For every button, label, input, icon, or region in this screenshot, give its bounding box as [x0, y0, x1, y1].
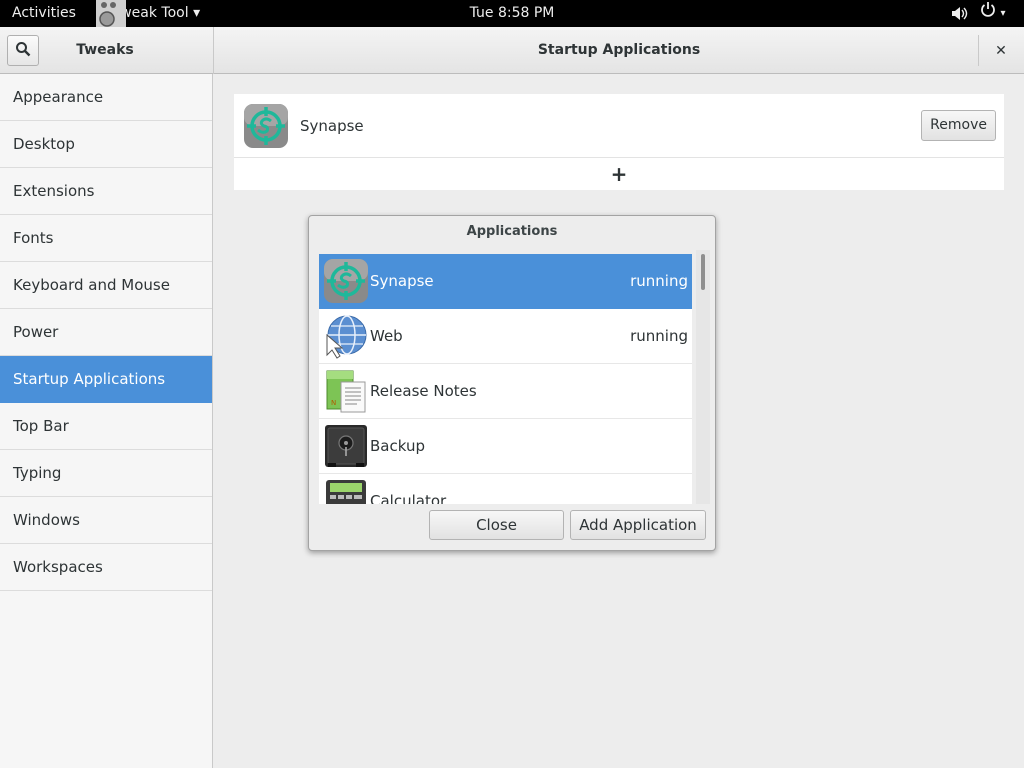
synapse-icon [323, 258, 369, 304]
power-menu-arrow: ▾ [1000, 8, 1006, 19]
sidebar: Appearance Desktop Extensions Fonts Keyb… [0, 74, 213, 768]
sidebar-item-workspaces[interactable]: Workspaces [0, 544, 212, 591]
power-icon [980, 0, 996, 27]
app-name: Synapse [370, 272, 434, 290]
page-title-area: Startup Applications [214, 27, 1024, 74]
app-row-calculator[interactable]: Calculator [319, 474, 692, 504]
scrollbar-thumb[interactable] [701, 254, 705, 290]
header-separator [978, 35, 979, 66]
app-row-synapse[interactable]: Synapse running [319, 254, 692, 309]
web-browser-icon [323, 313, 369, 359]
close-button[interactable]: Close [429, 510, 564, 540]
scrollbar[interactable] [696, 250, 710, 504]
app-name: Web [370, 327, 403, 345]
app-row-release-notes[interactable]: N Release Notes [319, 364, 692, 419]
dialog-title: Applications [466, 224, 558, 239]
search-icon [15, 41, 31, 61]
top-bar: Activities Tweak Tool ▾ Tue 8:58 PM ▾ [0, 0, 1024, 27]
add-application-button[interactable]: Add Application [570, 510, 706, 540]
sidebar-item-appearance[interactable]: Appearance [0, 74, 212, 121]
sidebar-item-power[interactable]: Power [0, 309, 212, 356]
plus-icon: + [610, 162, 628, 186]
svg-text:N: N [331, 399, 336, 407]
app-row-backup[interactable]: Backup [319, 419, 692, 474]
close-icon: ✕ [995, 42, 1007, 59]
power-menu[interactable]: ▾ [980, 0, 1014, 27]
startup-list: Synapse Remove + [234, 94, 1004, 190]
app-row-web[interactable]: Web running [319, 309, 692, 364]
app-name: Release Notes [370, 382, 477, 400]
applications-list[interactable]: Synapse running Web running N Release No… [319, 254, 692, 504]
app-name: Backup [370, 437, 425, 455]
close-window-button[interactable]: ✕ [985, 35, 1017, 66]
app-name: Calculator [370, 492, 447, 504]
synapse-icon [243, 103, 289, 149]
app-menu[interactable]: Tweak Tool ▾ [96, 0, 200, 27]
sidebar-item-desktop[interactable]: Desktop [0, 121, 212, 168]
page-title: Startup Applications [537, 42, 701, 58]
volume-icon[interactable] [950, 0, 970, 27]
sidebar-item-windows[interactable]: Windows [0, 497, 212, 544]
sidebar-item-keyboard-and-mouse[interactable]: Keyboard and Mouse [0, 262, 212, 309]
backup-safe-icon [323, 423, 369, 469]
release-notes-icon: N [323, 368, 369, 414]
app-status: running [630, 272, 688, 290]
add-startup-button[interactable]: + [234, 158, 1004, 190]
sidebar-item-top-bar[interactable]: Top Bar [0, 403, 212, 450]
header-separator [213, 27, 214, 74]
startup-entry: Synapse Remove [234, 94, 1004, 158]
calculator-icon [323, 478, 369, 504]
sidebar-item-startup-applications[interactable]: Startup Applications [0, 356, 212, 403]
header-bar: Tweaks Startup Applications ✕ [0, 27, 1024, 74]
sidebar-title: Tweaks [76, 42, 134, 58]
startup-entry-name: Synapse [300, 117, 364, 135]
sidebar-item-fonts[interactable]: Fonts [0, 215, 212, 262]
search-button[interactable] [7, 35, 39, 66]
remove-button[interactable]: Remove [921, 110, 996, 141]
sidebar-item-typing[interactable]: Typing [0, 450, 212, 497]
sidebar-item-extensions[interactable]: Extensions [0, 168, 212, 215]
applications-dialog: Applications Synapse running Web running… [308, 215, 716, 551]
clock[interactable]: Tue 8:58 PM [470, 5, 555, 21]
app-status: running [630, 327, 688, 345]
activities-button[interactable]: Activities [12, 0, 76, 27]
tweak-tool-icon [96, 0, 126, 27]
app-menu-label: Tweak Tool ▾ [114, 5, 201, 21]
